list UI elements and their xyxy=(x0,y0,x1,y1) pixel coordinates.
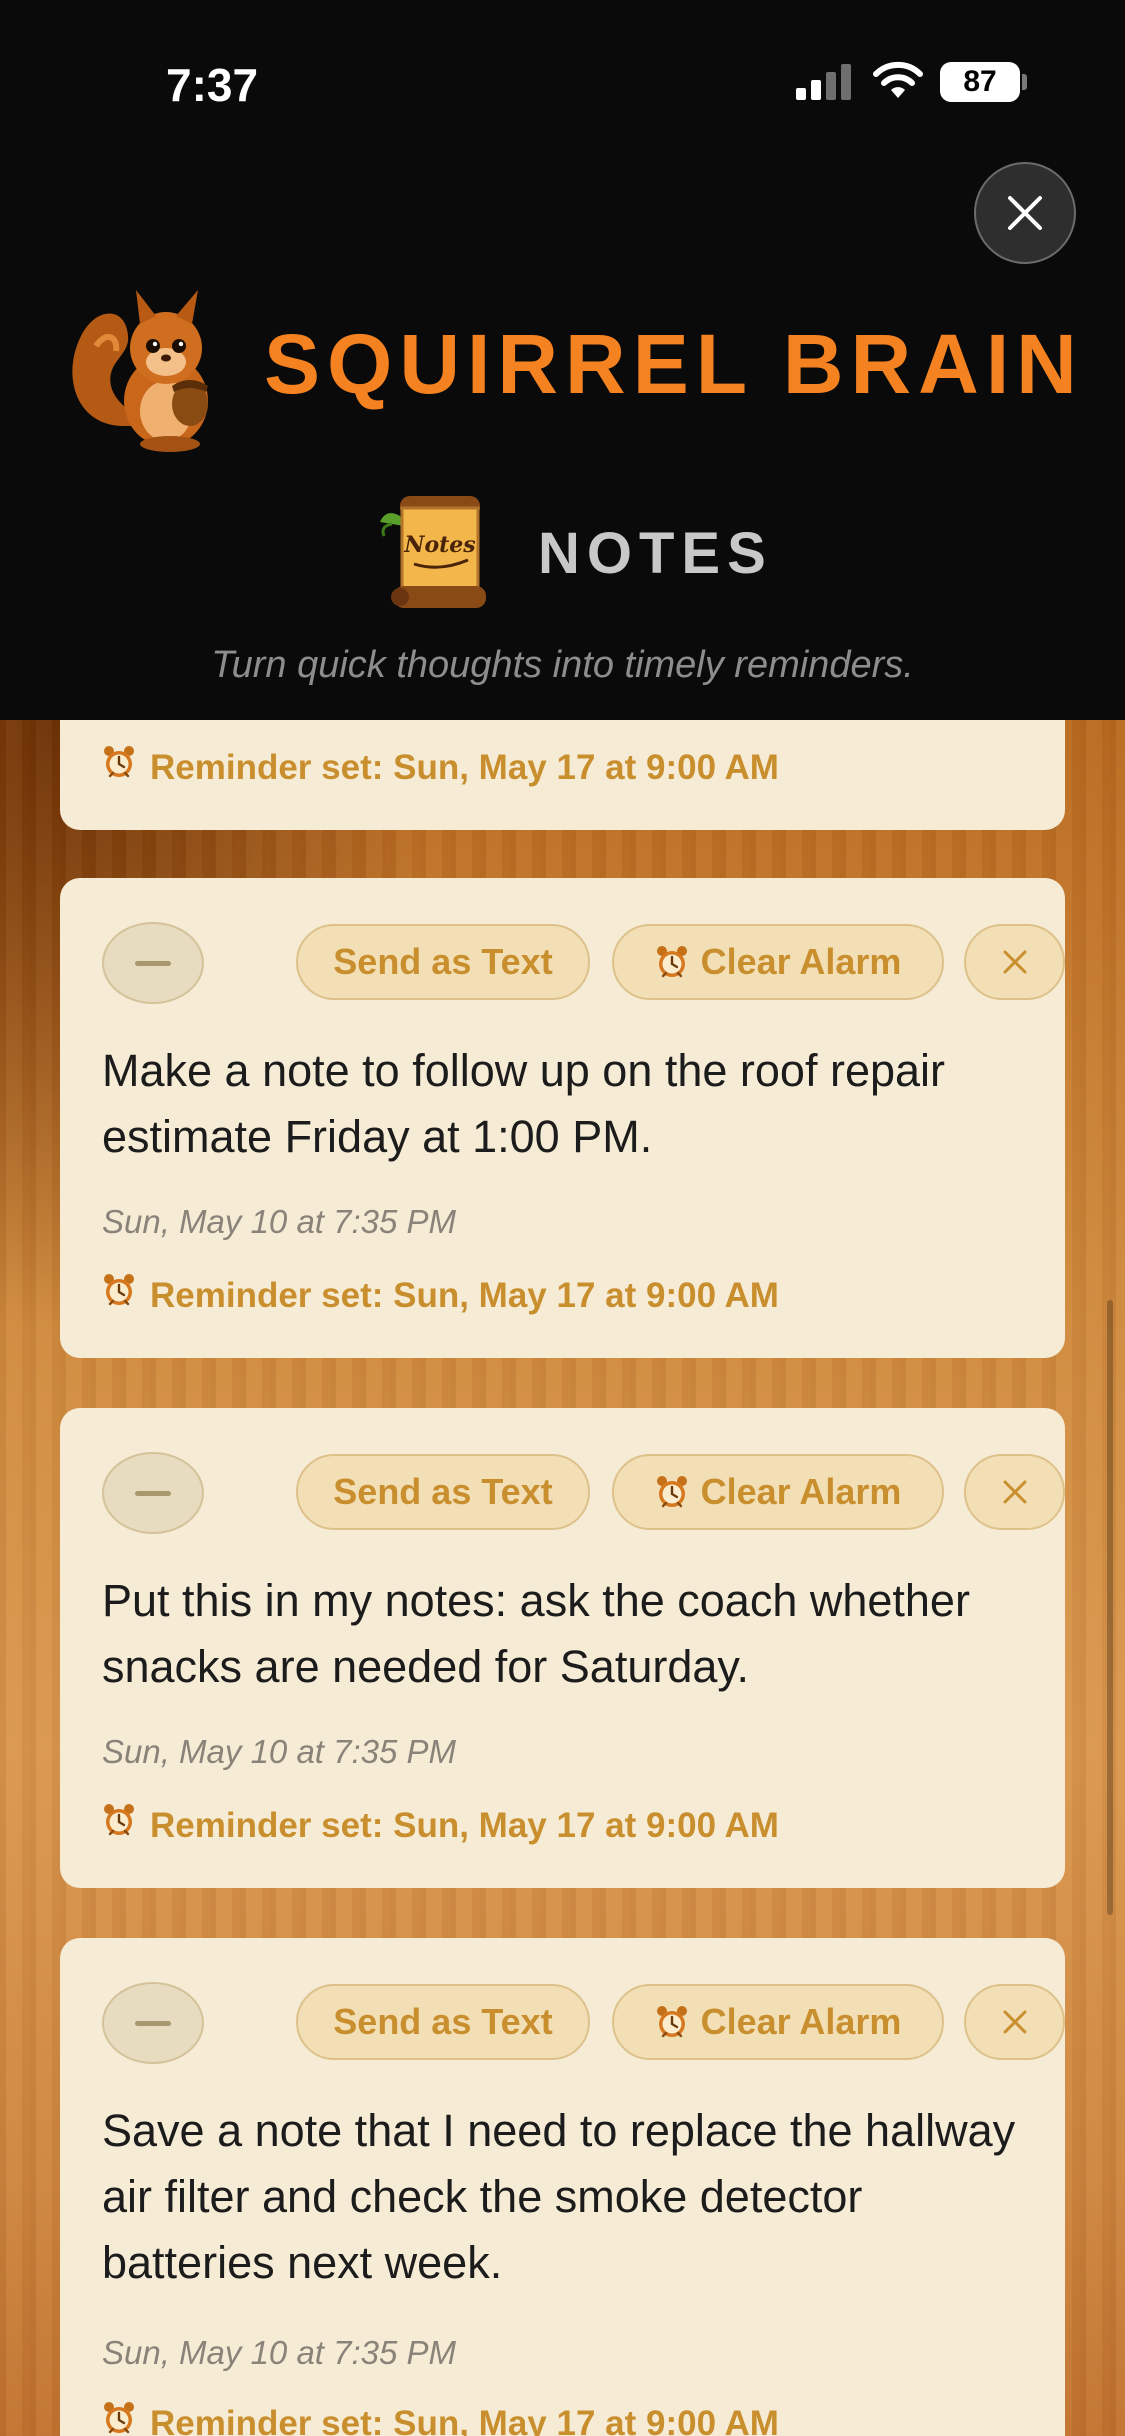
delete-note-button[interactable] xyxy=(964,1984,1065,2060)
subtitle: Turn quick thoughts into timely reminder… xyxy=(211,644,914,686)
reminder-status: Reminder set: Sun, May 17 at 9:00 AM xyxy=(102,1806,779,1846)
delete-note-button[interactable] xyxy=(964,1454,1065,1530)
reminder-status: Reminder set: Sun, May 17 at 9:00 AM xyxy=(102,748,779,788)
cellular-signal-icon xyxy=(796,64,854,100)
scrollbar[interactable] xyxy=(1107,1300,1113,1915)
send-as-text-button[interactable]: Send as Text xyxy=(296,1454,590,1530)
delete-note-button[interactable] xyxy=(964,924,1065,1000)
alarm-clock-icon xyxy=(102,745,136,779)
app-header: 7:37 87 SQUIRREL BRAIN Notes NOTES Turn … xyxy=(0,0,1125,720)
close-icon xyxy=(1003,2010,1026,2034)
battery-indicator: 87 xyxy=(940,62,1020,102)
note-card: Send as Text Clear Alarm Save a note tha… xyxy=(60,1938,1065,2436)
alarm-clock-icon xyxy=(102,1803,136,1837)
note-actions: Send as Text Clear Alarm xyxy=(102,1452,1065,1534)
reminder-text: Reminder set: Sun, May 17 at 9:00 AM xyxy=(150,2404,779,2436)
note-card: Send as Text Clear Alarm Put this in my … xyxy=(60,1408,1065,1888)
collapse-button[interactable] xyxy=(102,922,204,1004)
notes-icon-text: Notes xyxy=(403,532,475,558)
reminder-status: Reminder set: Sun, May 17 at 9:00 AM xyxy=(102,1276,779,1316)
clear-alarm-label: Clear Alarm xyxy=(700,941,902,982)
minus-icon xyxy=(135,1490,171,1496)
battery-tip xyxy=(1022,74,1027,90)
alarm-clock-icon xyxy=(102,2401,136,2435)
note-actions: Send as Text Clear Alarm xyxy=(102,1982,1065,2064)
clear-alarm-button[interactable]: Clear Alarm xyxy=(612,1984,944,2060)
note-text: Put this in my notes: ask the coach whet… xyxy=(102,1575,970,1692)
reminder-text: Reminder set: Sun, May 17 at 9:00 AM xyxy=(150,748,779,787)
close-button[interactable] xyxy=(974,162,1076,264)
clear-alarm-label: Clear Alarm xyxy=(700,1471,902,1512)
alarm-clock-icon xyxy=(655,2005,689,2039)
notes-scroll-icon: Notes xyxy=(380,496,486,608)
clear-alarm-button[interactable]: Clear Alarm xyxy=(612,1454,944,1530)
brand-title: SQUIRREL BRAIN xyxy=(264,317,1084,411)
collapse-button[interactable] xyxy=(102,1982,204,2064)
minus-icon xyxy=(135,2020,171,2026)
minus-icon xyxy=(135,960,171,966)
clear-alarm-label: Clear Alarm xyxy=(700,2001,902,2042)
note-date: Sun, May 10 at 7:35 PM xyxy=(102,2334,457,2371)
reminder-status: Reminder set: Sun, May 17 at 9:00 AM xyxy=(102,2404,779,2436)
squirrel-logo-icon xyxy=(72,290,208,452)
close-icon xyxy=(1003,1480,1026,1504)
close-icon xyxy=(1008,196,1042,230)
send-as-text-button[interactable]: Send as Text xyxy=(296,1984,590,2060)
alarm-clock-icon xyxy=(655,945,689,979)
note-text: Make a note to follow up on the roof rep… xyxy=(102,1045,946,1162)
collapse-button[interactable] xyxy=(102,1452,204,1534)
section-title: NOTES xyxy=(538,521,773,586)
clear-alarm-button[interactable]: Clear Alarm xyxy=(612,924,944,1000)
note-text: Save a note that I need to replace the h… xyxy=(102,2105,1016,2288)
alarm-clock-icon xyxy=(102,1273,136,1307)
note-card: Send as Text Clear Alarm Make a note to … xyxy=(60,878,1065,1358)
status-time: 7:37 xyxy=(166,59,259,111)
note-actions: Send as Text Clear Alarm xyxy=(102,922,1065,1004)
send-as-text-button[interactable]: Send as Text xyxy=(296,924,590,1000)
note-date: Sun, May 10 at 7:35 PM xyxy=(102,1733,457,1770)
wifi-icon xyxy=(873,61,923,98)
note-date: Sun, May 10 at 7:35 PM xyxy=(102,1203,457,1240)
close-icon xyxy=(1003,950,1026,974)
reminder-text: Reminder set: Sun, May 17 at 9:00 AM xyxy=(150,1276,779,1315)
reminder-text: Reminder set: Sun, May 17 at 9:00 AM xyxy=(150,1806,779,1845)
alarm-clock-icon xyxy=(655,1475,689,1509)
